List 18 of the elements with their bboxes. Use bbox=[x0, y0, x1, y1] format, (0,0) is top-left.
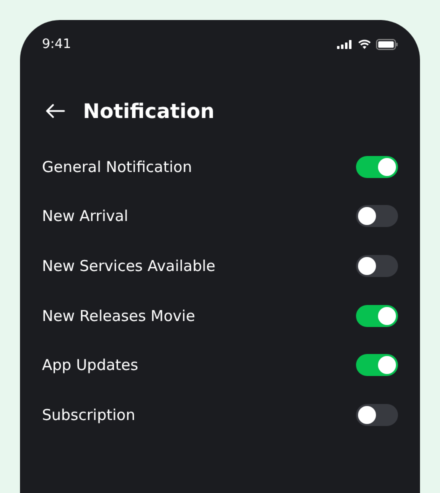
toggle-switch[interactable] bbox=[356, 304, 398, 327]
setting-label: Subscription bbox=[42, 406, 136, 424]
page-title: Notification bbox=[83, 99, 214, 123]
toggle-switch[interactable] bbox=[356, 156, 398, 178]
toggle-switch[interactable] bbox=[356, 404, 398, 426]
toggle-switch[interactable] bbox=[356, 254, 398, 277]
setting-label: New Services Available bbox=[42, 256, 216, 275]
wifi-icon bbox=[358, 39, 371, 49]
status-time: 9:41 bbox=[42, 36, 72, 52]
back-arrow-icon[interactable] bbox=[45, 104, 65, 118]
setting-label: New Releases Movie bbox=[42, 306, 196, 325]
signal-icon bbox=[337, 40, 353, 48]
toggle-switch[interactable] bbox=[356, 354, 398, 376]
toggle-switch[interactable] bbox=[356, 205, 398, 228]
setting-label: App Updates bbox=[42, 356, 138, 374]
setting-label: General Notification bbox=[42, 158, 192, 176]
setting-label: New Arrival bbox=[42, 207, 128, 226]
battery-icon bbox=[376, 38, 398, 50]
